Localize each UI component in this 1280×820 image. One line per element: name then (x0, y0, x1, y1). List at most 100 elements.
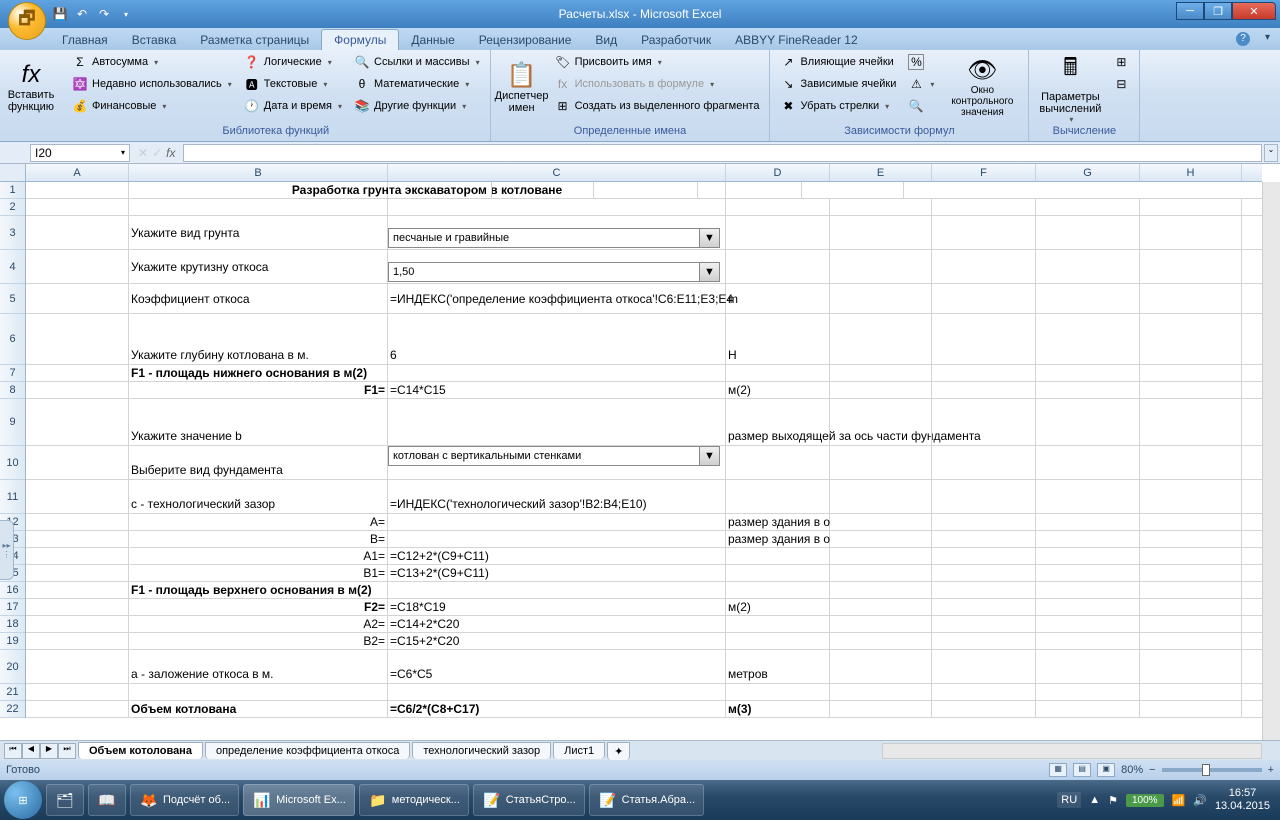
cell-A11[interactable] (26, 480, 129, 513)
sheet-new-button[interactable]: ✦ (607, 742, 630, 760)
cell-D22[interactable]: м(3) (726, 701, 830, 717)
language-indicator[interactable]: RU (1057, 792, 1081, 808)
cell-A19[interactable] (26, 633, 129, 649)
cell-A18[interactable] (26, 616, 129, 632)
cell-B3[interactable]: Укажите вид грунта (129, 216, 388, 249)
cell-B8[interactable]: F1= (129, 382, 388, 398)
cell-B16[interactable]: F1 - площадь верхнего основания в м(2) (129, 582, 388, 598)
cell-A16[interactable] (26, 582, 129, 598)
cell-H7[interactable] (1140, 365, 1242, 381)
cell-D21[interactable] (726, 684, 830, 700)
cell-E21[interactable] (830, 684, 932, 700)
cell-C16[interactable] (388, 582, 726, 598)
cell-B20[interactable]: a - заложение откоса в м. (129, 650, 388, 683)
cell-E19[interactable] (830, 633, 932, 649)
math-button[interactable]: θМатематические (350, 74, 484, 94)
datetime-button[interactable]: 🕐Дата и время (240, 96, 346, 116)
cell-H19[interactable] (1140, 633, 1242, 649)
cell-A10[interactable] (26, 446, 129, 479)
show-formulas-button[interactable]: % (904, 52, 938, 72)
cell-H3[interactable] (1140, 216, 1242, 249)
cell-D11[interactable] (726, 480, 830, 513)
cell-E18[interactable] (830, 616, 932, 632)
cell-A17[interactable] (26, 599, 129, 615)
sheet-tab-4[interactable]: Лист1 (553, 742, 605, 759)
cell-B14[interactable]: А1= (129, 548, 388, 564)
tab-developer[interactable]: Разработчик (629, 30, 723, 50)
fx-icon[interactable]: fx (166, 146, 175, 160)
cell-E11[interactable] (830, 480, 932, 513)
taskbar-pinned-2[interactable]: 📖 (88, 784, 126, 816)
cell-E5[interactable] (830, 284, 932, 313)
cell-A12[interactable] (26, 514, 129, 530)
combobox-dropdown-button[interactable]: ▼ (699, 447, 719, 465)
sheet-last-button[interactable]: ⏭ (58, 743, 76, 759)
tray-chevron-icon[interactable]: ▲ (1089, 794, 1100, 806)
cell-F20[interactable] (932, 650, 1036, 683)
column-header-A[interactable]: A (26, 164, 129, 181)
combobox-row-3[interactable]: песчаные и гравийные▼ (388, 228, 720, 248)
cell-G9[interactable] (1036, 399, 1140, 445)
cell-G15[interactable] (1036, 565, 1140, 581)
column-header-G[interactable]: G (1036, 164, 1140, 181)
cell-D16[interactable] (726, 582, 830, 598)
cell-E13[interactable] (830, 531, 932, 547)
row-header-17[interactable]: 17 (0, 599, 25, 616)
taskbar-item-1[interactable]: 📊Microsoft Ex... (243, 784, 355, 816)
row-header-6[interactable]: 6 (0, 314, 25, 365)
cell-D13[interactable]: размер здания в о (726, 531, 830, 547)
cell-D15[interactable] (726, 565, 830, 581)
cell-G10[interactable] (1036, 446, 1140, 479)
cell-C7[interactable] (388, 365, 726, 381)
logical-button[interactable]: ❓Логические (240, 52, 346, 72)
cell-B9[interactable]: Укажите значение b (129, 399, 388, 445)
taskbar-pinned-1[interactable]: 🗂 (46, 784, 84, 816)
cell-A3[interactable] (26, 216, 129, 249)
column-header-D[interactable]: D (726, 164, 830, 181)
tab-review[interactable]: Рецензирование (467, 30, 584, 50)
cell-F21[interactable] (932, 684, 1036, 700)
zoom-slider[interactable] (1162, 768, 1262, 772)
cell-B17[interactable]: F2= (129, 599, 388, 615)
calc-sheet-button[interactable]: ⊟ (1109, 74, 1133, 94)
cell-G12[interactable] (1036, 514, 1140, 530)
sheet-tab-3[interactable]: технологический зазор (412, 742, 551, 759)
view-normal-button[interactable]: ▦ (1049, 763, 1067, 777)
undo-icon[interactable]: ↶ (72, 4, 92, 24)
tray-icon-1[interactable]: ⚑ (1108, 794, 1118, 807)
combobox-row-4[interactable]: 1,50▼ (388, 262, 720, 282)
cell-E12[interactable] (830, 514, 932, 530)
side-panel-toggle[interactable]: ▸▸⋮ (0, 520, 14, 580)
cell-F18[interactable] (932, 616, 1036, 632)
combobox-row-10[interactable]: котлован с вертикальными стенками▼ (388, 446, 720, 466)
cell-G13[interactable] (1036, 531, 1140, 547)
cell-B6[interactable]: Укажите глубину котлована в м. (129, 314, 388, 364)
cell-H8[interactable] (1140, 382, 1242, 398)
cell-C6[interactable]: 6 (388, 314, 726, 364)
cancel-formula-icon[interactable]: ✕ (138, 146, 148, 160)
calc-now-button[interactable]: ⊞ (1109, 52, 1133, 72)
row-header-21[interactable]: 21 (0, 684, 25, 701)
row-header-9[interactable]: 9 (0, 399, 25, 446)
cell-F19[interactable] (932, 633, 1036, 649)
cell-D17[interactable]: м(2) (726, 599, 830, 615)
row-header-5[interactable]: 5 (0, 284, 25, 314)
cell-H16[interactable] (1140, 582, 1242, 598)
cell-C14[interactable]: =C12+2*(C9+C11) (388, 548, 726, 564)
cell-D20[interactable]: метров (726, 650, 830, 683)
cell-D10[interactable] (726, 446, 830, 479)
cell-E4[interactable] (830, 250, 932, 283)
cell-B18[interactable]: А2= (129, 616, 388, 632)
cell-C13[interactable] (388, 531, 726, 547)
cell-F16[interactable] (932, 582, 1036, 598)
cell-C17[interactable]: =C18*C19 (388, 599, 726, 615)
cell-F14[interactable] (932, 548, 1036, 564)
save-icon[interactable]: 💾 (50, 4, 70, 24)
cell-H21[interactable] (1140, 684, 1242, 700)
cell-F7[interactable] (932, 365, 1036, 381)
cell-A21[interactable] (26, 684, 129, 700)
cell-F1[interactable] (594, 182, 698, 198)
cell-G5[interactable] (1036, 284, 1140, 313)
name-manager-button[interactable]: 📋 Диспетчер имен (497, 52, 547, 122)
cell-G16[interactable] (1036, 582, 1140, 598)
